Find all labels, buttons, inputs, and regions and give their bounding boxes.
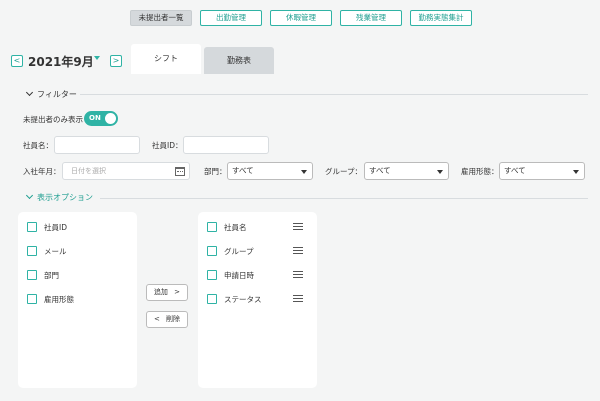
chevron-left-icon: < xyxy=(153,315,160,323)
group-select[interactable]: すべて xyxy=(364,162,449,180)
calendar-icon[interactable] xyxy=(175,167,185,176)
checkbox[interactable] xyxy=(27,246,37,256)
checkbox[interactable] xyxy=(27,222,37,232)
month-label[interactable]: 2021年9月 xyxy=(28,53,94,70)
checkbox[interactable] xyxy=(27,270,37,280)
item-label: メール xyxy=(44,247,67,256)
chevron-down-icon xyxy=(573,170,579,174)
item-label: グループ xyxy=(224,247,254,256)
item-label: 雇用形態 xyxy=(44,295,74,304)
department-value: すべて xyxy=(232,166,254,175)
nav-work-summary[interactable]: 勤務実態集計 xyxy=(410,10,472,26)
display-options-title: 表示オプション xyxy=(37,193,93,202)
checkbox[interactable] xyxy=(207,246,217,256)
filter-section-header[interactable]: フィルター xyxy=(25,88,77,100)
item-label: 部門 xyxy=(44,271,59,280)
available-columns-panel: 社員ID メール 部門 雇用形態 xyxy=(18,212,137,388)
item-label: 社員名 xyxy=(224,223,247,232)
month-dropdown-caret-icon[interactable] xyxy=(94,56,100,60)
checkbox[interactable] xyxy=(207,270,217,280)
hire-date-placeholder: 日付を選択 xyxy=(71,167,106,175)
tab-attendance-sheet[interactable]: 勤務表 xyxy=(204,47,274,74)
item-label: ステータス xyxy=(224,295,262,304)
display-options-divider xyxy=(100,198,588,199)
remove-button[interactable]: < 削除 xyxy=(146,311,188,328)
employment-type-value: すべて xyxy=(504,166,526,175)
employee-name-label: 社員名： xyxy=(23,141,53,150)
drag-handle-icon[interactable] xyxy=(293,271,303,278)
employment-type-select[interactable]: すべて xyxy=(499,162,585,180)
nav-leave-management[interactable]: 休暇管理 xyxy=(270,10,332,26)
selected-columns-panel: 社員名 グループ 申請日時 ステータス xyxy=(198,212,317,388)
checkbox[interactable] xyxy=(27,294,37,304)
department-label: 部門： xyxy=(204,167,227,176)
chevron-right-icon: > xyxy=(174,288,181,296)
unsubmitted-only-label: 未提出者のみ表示 xyxy=(23,115,83,124)
chevron-down-icon xyxy=(301,170,307,174)
filter-title: フィルター xyxy=(37,90,77,99)
group-value: すべて xyxy=(369,166,391,175)
chevron-down-icon xyxy=(25,191,34,200)
item-label: 申請日時 xyxy=(224,271,254,280)
remove-button-label: 削除 xyxy=(166,315,181,323)
checkbox[interactable] xyxy=(207,294,217,304)
filter-divider xyxy=(80,94,588,95)
nav-overtime-management[interactable]: 残業管理 xyxy=(340,10,402,26)
hire-date-input[interactable]: 日付を選択 xyxy=(62,162,190,180)
employee-name-input[interactable] xyxy=(54,136,140,154)
chevron-down-icon xyxy=(437,170,443,174)
toggle-knob xyxy=(105,113,116,124)
next-month-button[interactable]: > xyxy=(110,55,122,67)
prev-month-button[interactable]: < xyxy=(11,55,23,67)
group-label: グループ： xyxy=(325,167,363,176)
nav-attendance-management[interactable]: 出勤管理 xyxy=(200,10,262,26)
checkbox[interactable] xyxy=(207,222,217,232)
toggle-state: ON xyxy=(89,114,101,122)
item-label: 社員ID xyxy=(44,223,67,232)
employment-type-label: 雇用形態： xyxy=(461,167,499,176)
hire-date-label: 入社年月： xyxy=(23,167,61,176)
add-button-label: 追加 xyxy=(153,288,168,296)
tab-shift[interactable]: シフト xyxy=(131,44,201,74)
drag-handle-icon[interactable] xyxy=(293,247,303,254)
chevron-down-icon xyxy=(25,88,34,97)
nav-unsubmitted-list[interactable]: 未提出者一覧 xyxy=(130,10,192,26)
drag-handle-icon[interactable] xyxy=(293,223,303,230)
employee-id-label: 社員ID： xyxy=(152,141,183,150)
employee-id-input[interactable] xyxy=(183,136,269,154)
add-button[interactable]: 追加 > xyxy=(146,284,188,301)
unsubmitted-only-toggle[interactable]: ON xyxy=(84,111,118,126)
display-options-header[interactable]: 表示オプション xyxy=(25,191,93,203)
drag-handle-icon[interactable] xyxy=(293,295,303,302)
department-select[interactable]: すべて xyxy=(227,162,313,180)
